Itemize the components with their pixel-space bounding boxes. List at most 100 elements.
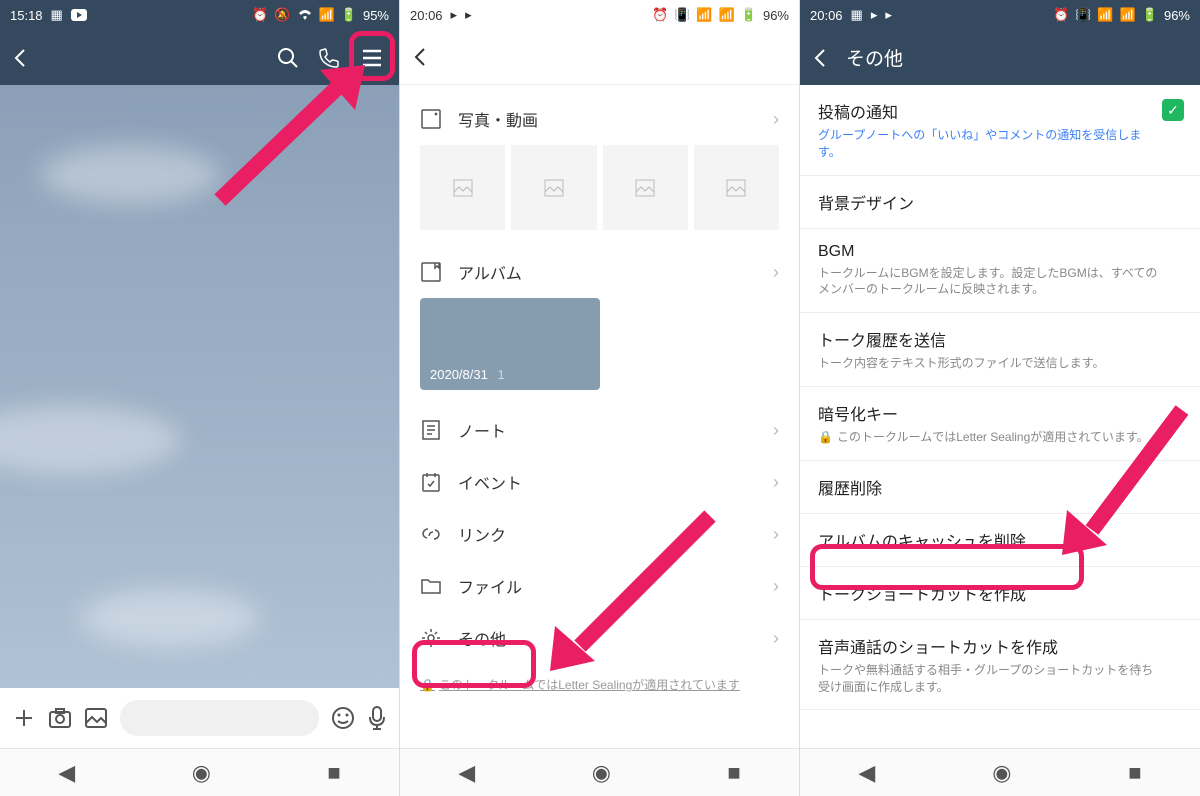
qr-icon: ▦ [51, 7, 63, 23]
settings-body: 投稿の通知 グループノートへの「いいね」やコメントの通知を受信します。 ✓ 背景… [800, 85, 1200, 748]
chevron-icon: › [773, 420, 779, 441]
chat-body[interactable] [0, 85, 399, 688]
wifi-icon [297, 9, 313, 21]
battery-icon: 🔋 [1142, 7, 1158, 23]
setting-bgm[interactable]: BGM トークルームにBGMを設定します。設定したBGMは、すべてのメンバーのト… [800, 229, 1200, 314]
gear-icon [420, 627, 442, 649]
album-thumbnail[interactable]: 2020/8/31 1 [420, 298, 600, 390]
menu-photos[interactable]: 写真・動画 › [400, 93, 799, 145]
chevron-icon: › [773, 524, 779, 545]
nav-recent[interactable]: ■ [327, 760, 340, 786]
status-bar: 15:18 ▦ ⏰ 🔕 📶 🔋 95% [0, 0, 399, 30]
vibrate-icon: 📳 [1075, 7, 1091, 23]
alarm-icon: ⏰ [252, 7, 268, 23]
battery-pct: 96% [1164, 8, 1190, 23]
plus-icon[interactable] [12, 706, 36, 730]
screen-menu: 20:06 ▸ ▸ ⏰ 📳 📶 📶 🔋 96% 写真・動画 › [400, 0, 800, 796]
file-icon [420, 575, 442, 597]
chevron-icon: › [773, 472, 779, 493]
settings-header: その他 [800, 30, 1200, 85]
emoji-icon[interactable] [331, 706, 355, 730]
menu-album[interactable]: アルバム › [400, 246, 799, 298]
message-input[interactable] [120, 700, 319, 736]
wifi-icon: 📶 [696, 7, 712, 23]
note-icon [420, 419, 442, 441]
wifi-icon: 📶 [1097, 7, 1113, 23]
setting-delete-history[interactable]: 履歴削除 [800, 461, 1200, 514]
back-icon[interactable] [812, 48, 826, 68]
setting-background[interactable]: 背景デザイン [800, 176, 1200, 229]
nav-back[interactable]: ◀ [458, 760, 475, 786]
menu-label: その他 [458, 626, 757, 650]
signal-icon: 📶 [719, 7, 735, 23]
menu-note[interactable]: ノート › [400, 404, 799, 456]
setting-notifications[interactable]: 投稿の通知 グループノートへの「いいね」やコメントの通知を受信します。 ✓ [800, 85, 1200, 176]
chat-header [0, 30, 399, 85]
back-icon[interactable] [412, 47, 426, 67]
nav-home[interactable]: ◉ [592, 760, 611, 786]
status-bar: 20:06 ▦ ▸ ▸ ⏰ 📳 📶 📶 🔋 96% [800, 0, 1200, 30]
battery-pct: 96% [763, 8, 789, 23]
setting-voice-shortcut[interactable]: 音声通話のショートカットを作成 トークや無料通話する相手・グループのショートカッ… [800, 620, 1200, 711]
nav-home[interactable]: ◉ [192, 760, 211, 786]
setting-send-history[interactable]: トーク履歴を送信 トーク内容をテキスト形式のファイルで送信します。 [800, 313, 1200, 387]
photo-placeholder[interactable] [420, 145, 505, 230]
checkbox-checked-icon[interactable]: ✓ [1162, 99, 1184, 121]
chevron-icon: › [773, 628, 779, 649]
lock-icon: 🔒 [420, 678, 435, 692]
menu-header [400, 30, 799, 85]
camera-icon[interactable] [48, 707, 72, 729]
signal-icon: 📶 [319, 7, 335, 23]
menu-link[interactable]: リンク › [400, 508, 799, 560]
dnd-icon: 🔕 [274, 7, 290, 23]
mic-icon[interactable] [367, 705, 387, 731]
status-time: 20:06 [410, 8, 443, 23]
nav-back[interactable]: ◀ [858, 760, 875, 786]
album-count: 1 [497, 367, 504, 382]
gallery-icon[interactable] [84, 707, 108, 729]
battery-icon: 🔋 [341, 7, 357, 23]
call-icon[interactable] [317, 47, 339, 69]
event-icon [420, 471, 442, 493]
encryption-footer[interactable]: 🔒 このトークルームではLetter Sealingが適用されています [400, 664, 799, 705]
menu-event[interactable]: イベント › [400, 456, 799, 508]
battery-icon: 🔋 [741, 7, 757, 23]
photo-placeholder[interactable] [694, 145, 779, 230]
android-nav: ◀ ◉ ■ [800, 748, 1200, 796]
menu-label: ノート [458, 418, 757, 442]
photo-grid [400, 145, 799, 246]
vibrate-icon: 📳 [674, 7, 690, 23]
battery-pct: 95% [363, 8, 389, 23]
setting-delete-album-cache[interactable]: アルバムのキャッシュを削除 [800, 514, 1200, 567]
menu-label: アルバム [458, 260, 757, 284]
chevron-icon: › [773, 576, 779, 597]
status-time: 20:06 [810, 8, 843, 23]
chat-input-bar [0, 688, 399, 748]
search-icon[interactable] [277, 47, 299, 69]
lock-icon: 🔒 [818, 429, 833, 446]
alarm-icon: ⏰ [652, 7, 668, 23]
menu-label: ファイル [458, 574, 757, 598]
nav-home[interactable]: ◉ [992, 760, 1011, 786]
nav-back[interactable]: ◀ [58, 760, 75, 786]
menu-label: イベント [458, 470, 757, 494]
menu-label: リンク [458, 522, 757, 546]
menu-other[interactable]: その他 › [400, 612, 799, 664]
menu-label: 写真・動画 [458, 107, 757, 131]
setting-encryption[interactable]: 暗号化キー 🔒このトークルームではLetter Sealingが適用されています… [800, 387, 1200, 461]
status-time: 15:18 [10, 8, 43, 23]
photo-placeholder[interactable] [511, 145, 596, 230]
back-icon[interactable] [12, 48, 26, 68]
photo-placeholder[interactable] [603, 145, 688, 230]
nav-recent[interactable]: ■ [727, 760, 740, 786]
menu-file[interactable]: ファイル › [400, 560, 799, 612]
android-nav: ◀ ◉ ■ [400, 748, 799, 796]
nav-recent[interactable]: ■ [1128, 760, 1141, 786]
screen-settings: 20:06 ▦ ▸ ▸ ⏰ 📳 📶 📶 🔋 96% その他 投稿の通知 グループ… [800, 0, 1200, 796]
youtube-icon: ▸ [871, 7, 878, 23]
youtube-icon [71, 9, 87, 21]
setting-talk-shortcut[interactable]: トークショートカットを作成 [800, 567, 1200, 620]
header-title: その他 [846, 44, 1188, 71]
android-nav: ◀ ◉ ■ [0, 748, 399, 796]
menu-icon[interactable] [357, 45, 387, 71]
